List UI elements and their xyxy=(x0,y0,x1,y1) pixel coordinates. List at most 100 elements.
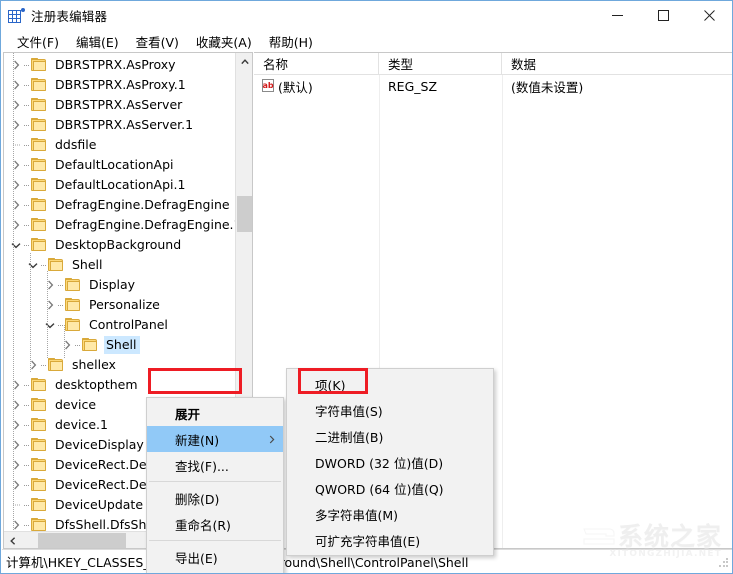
chevron-right-icon[interactable] xyxy=(8,395,24,415)
column-divider xyxy=(502,75,503,548)
tree-item-ddsfile[interactable]: ddsfile xyxy=(4,135,236,155)
chevron-right-icon[interactable] xyxy=(8,195,24,215)
tree-item-dbrstprx.asserver.1[interactable]: DBRSTPRX.AsServer.1 xyxy=(4,115,236,135)
chevron-right-icon[interactable] xyxy=(8,415,24,435)
menu-help[interactable]: 帮助(H) xyxy=(261,30,322,53)
close-button[interactable] xyxy=(686,1,732,30)
tree-connector xyxy=(24,135,31,155)
scroll-left-arrow[interactable] xyxy=(4,532,21,548)
tree-item-controlpanel[interactable]: ControlPanel xyxy=(4,315,236,335)
menu-file[interactable]: 文件(F) xyxy=(9,30,68,53)
chevron-right-icon[interactable] xyxy=(8,515,24,531)
context-menu-item[interactable]: 查找(F)... xyxy=(147,452,283,478)
menu-view[interactable]: 查看(V) xyxy=(128,30,188,53)
chevron-right-icon[interactable] xyxy=(25,355,41,375)
submenu-item-label: DWORD (32 位)值(D) xyxy=(315,455,444,471)
submenu-item[interactable]: DWORD (32 位)值(D) xyxy=(287,449,493,475)
tree-item-dbrstprx.asserver[interactable]: DBRSTPRX.AsServer xyxy=(4,95,236,115)
chevron-right-icon[interactable] xyxy=(59,335,75,355)
tree-item-defaultlocationapi[interactable]: DefaultLocationApi xyxy=(4,155,236,175)
folder-icon xyxy=(31,58,48,72)
tree-item-shell[interactable]: Shell xyxy=(4,255,236,275)
chevron-down-icon[interactable] xyxy=(8,235,24,255)
tree-item-label: DeviceRect.De xyxy=(55,477,147,492)
chevron-right-icon[interactable] xyxy=(8,435,24,455)
chevron-right-icon[interactable] xyxy=(8,175,24,195)
context-menu-item[interactable]: 导出(E) xyxy=(147,544,283,570)
column-header-type[interactable]: 类型 xyxy=(379,53,502,74)
tree-item-label: DBRSTPRX.AsServer xyxy=(55,97,183,112)
chevron-right-icon[interactable] xyxy=(8,95,24,115)
values-header-row: 名称 类型 数据 xyxy=(254,53,732,75)
title-bar[interactable]: 注册表编辑器 xyxy=(1,1,732,30)
tree-leaf-spacer xyxy=(8,135,24,155)
submenu-item[interactable]: 二进制值(B) xyxy=(287,423,493,449)
folder-icon xyxy=(82,338,99,352)
minimize-button[interactable] xyxy=(594,1,640,30)
tree-item-dbrstprx.asproxy[interactable]: DBRSTPRX.AsProxy xyxy=(4,55,236,75)
menu-edit[interactable]: 编辑(E) xyxy=(68,30,128,53)
string-value-icon: ab xyxy=(262,79,274,92)
menu-favorites[interactable]: 收藏夹(A) xyxy=(188,30,261,53)
column-header-data[interactable]: 数据 xyxy=(502,53,732,74)
resize-grip[interactable] xyxy=(718,557,730,569)
tree-item-defragengine.defragengine[interactable]: DefragEngine.DefragEngine xyxy=(4,195,236,215)
scroll-up-arrow[interactable] xyxy=(236,53,252,70)
maximize-button[interactable] xyxy=(640,1,686,30)
tree-connector xyxy=(24,415,31,435)
tree-item-label: DesktopBackground xyxy=(55,237,182,252)
context-menu-item[interactable]: 重命名(R) xyxy=(147,511,283,537)
folder-icon xyxy=(31,478,48,492)
context-menu-item-label: 展开 xyxy=(175,406,201,422)
context-menu[interactable]: 展开新建(N)查找(F)...删除(D)重命名(R)导出(E)权限(P)...复… xyxy=(146,397,284,573)
tree-item-display[interactable]: Display xyxy=(4,275,236,295)
chevron-right-icon[interactable] xyxy=(8,75,24,95)
submenu-item[interactable]: 项(K) xyxy=(287,371,493,397)
window-title: 注册表编辑器 xyxy=(31,9,108,24)
table-row[interactable]: ab (默认) REG_SZ (数值未设置) xyxy=(254,75,732,97)
chevron-down-icon[interactable] xyxy=(42,315,58,335)
chevron-right-icon[interactable] xyxy=(8,155,24,175)
submenu-item[interactable]: 可扩充字符串值(E) xyxy=(287,527,493,553)
tree-item-label: Shell xyxy=(72,257,103,272)
tree-item-defragengine.defragengine.1[interactable]: DefragEngine.DefragEngine.1 xyxy=(4,215,236,235)
chevron-right-icon[interactable] xyxy=(42,275,58,295)
chevron-right-icon[interactable] xyxy=(8,115,24,135)
tree-item-label: DeviceDisplay xyxy=(55,437,144,452)
column-header-name[interactable]: 名称 xyxy=(254,53,379,74)
tree-connector xyxy=(24,55,31,75)
tree-item-desktopbackground[interactable]: DesktopBackground xyxy=(4,235,236,255)
chevron-right-icon[interactable] xyxy=(8,475,24,495)
submenu-item[interactable]: 字符串值(S) xyxy=(287,397,493,423)
context-menu-item[interactable]: 删除(D) xyxy=(147,485,283,511)
tree-connector xyxy=(24,115,31,135)
chevron-right-icon[interactable] xyxy=(8,375,24,395)
tree-connector xyxy=(75,335,82,355)
new-submenu[interactable]: 项(K) 字符串值(S) 二进制值(B) DWORD (32 位)值(D) QWORD … xyxy=(286,368,494,556)
tree-item-defaultlocationapi.1[interactable]: DefaultLocationApi.1 xyxy=(4,175,236,195)
tree-hscroll-thumb[interactable] xyxy=(38,533,126,548)
chevron-right-icon[interactable] xyxy=(8,455,24,475)
chevron-right-icon[interactable] xyxy=(42,295,58,315)
folder-icon xyxy=(48,258,65,272)
tree-item-label: device xyxy=(55,397,97,412)
chevron-right-icon[interactable] xyxy=(8,215,24,235)
context-menu-item[interactable]: 权限(P)... xyxy=(147,570,283,573)
tree-guide-line xyxy=(64,325,65,359)
context-menu-item[interactable]: 新建(N) xyxy=(147,426,283,452)
tree-item-label: Display xyxy=(89,277,136,292)
tree-item-label: Personalize xyxy=(89,297,160,312)
tree-connector xyxy=(58,295,65,315)
tree-item-desktopthem[interactable]: desktopthem xyxy=(4,375,236,395)
tree-item-dbrstprx.asproxy.1[interactable]: DBRSTPRX.AsProxy.1 xyxy=(4,75,236,95)
chevron-down-icon[interactable] xyxy=(25,255,41,275)
submenu-item-label: 二进制值(B) xyxy=(315,429,384,445)
submenu-item[interactable]: QWORD (64 位)值(Q) xyxy=(287,475,493,501)
submenu-item[interactable]: 多字符串值(M) xyxy=(287,501,493,527)
tree-item-shellex[interactable]: shellex xyxy=(4,355,236,375)
tree-scroll-thumb[interactable] xyxy=(237,196,252,232)
tree-item-personalize[interactable]: Personalize xyxy=(4,295,236,315)
context-menu-item[interactable]: 展开 xyxy=(147,400,283,426)
chevron-right-icon[interactable] xyxy=(8,55,24,75)
tree-item-shell[interactable]: Shell xyxy=(4,335,236,355)
